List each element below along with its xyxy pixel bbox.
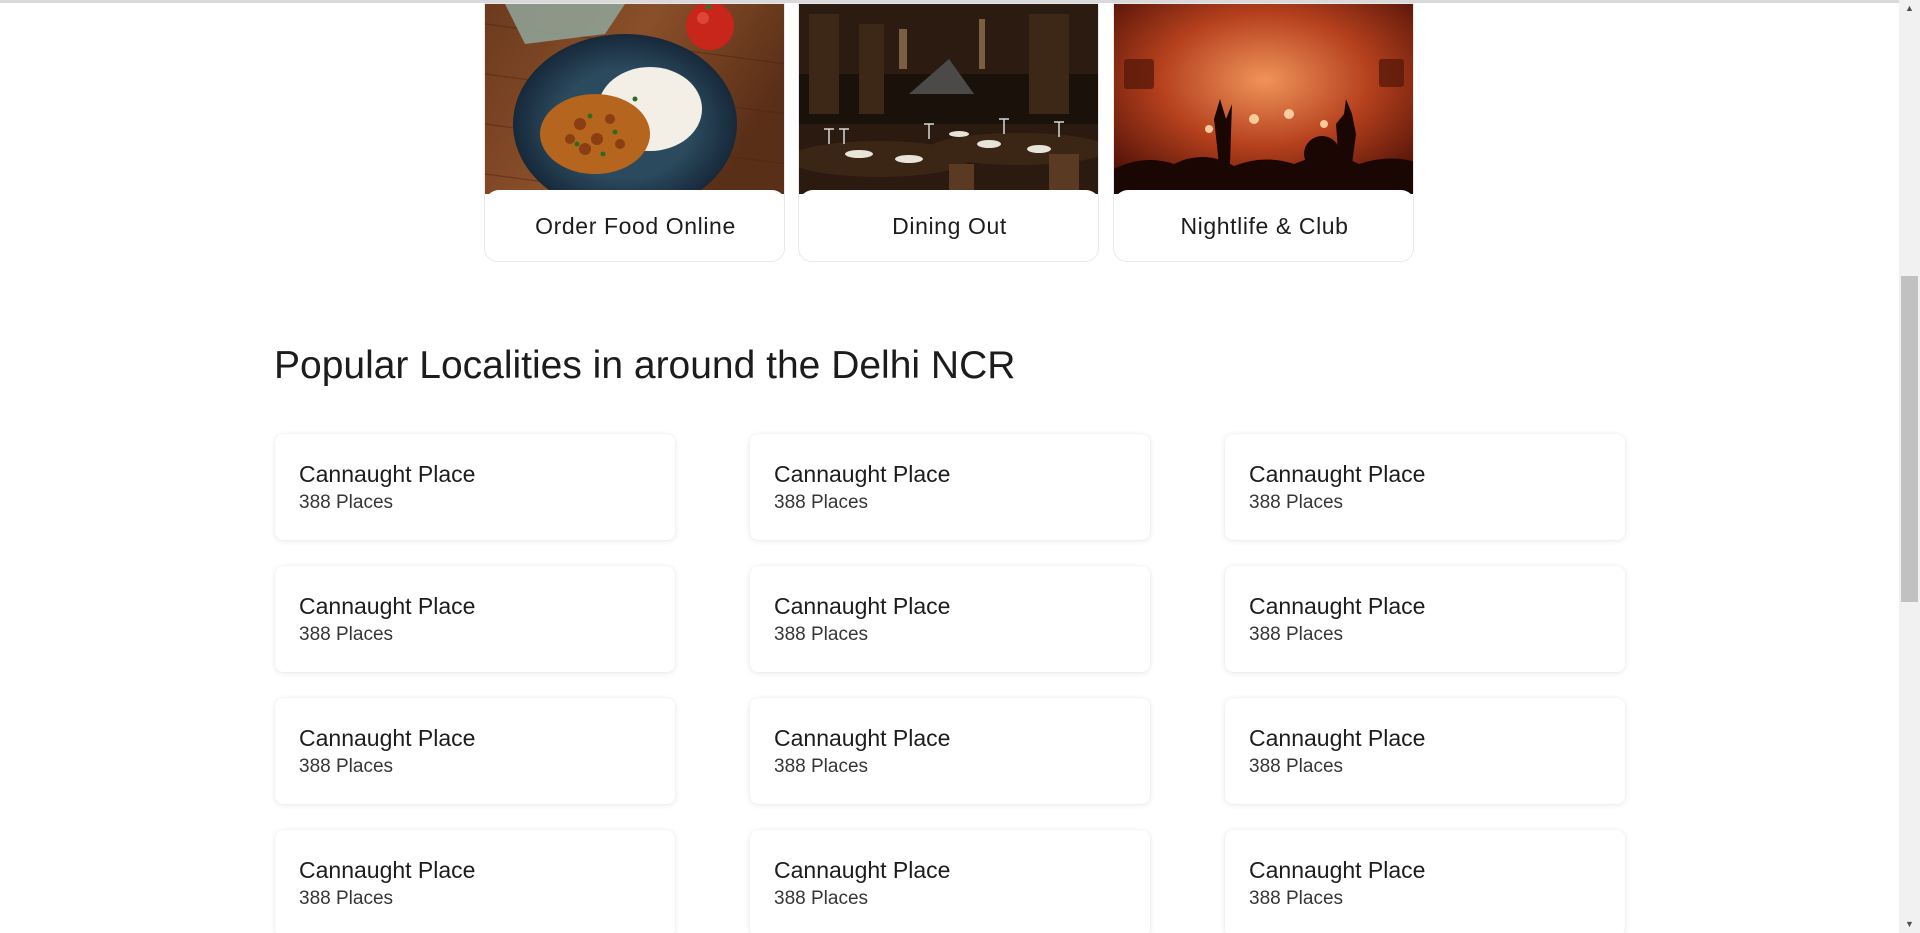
locality-count: 388 Places bbox=[774, 492, 869, 513]
locality-name: Cannaught Place bbox=[1249, 593, 1426, 619]
locality-name: Cannaught Place bbox=[299, 461, 476, 487]
vertical-scrollbar[interactable]: ▲ ▼ bbox=[1899, 0, 1920, 933]
food-plate-image bbox=[485, 4, 784, 194]
scroll-up-arrow-icon[interactable]: ▲ bbox=[1899, 0, 1920, 17]
locality-count: 388 Places bbox=[1249, 624, 1344, 645]
locality-count: 388 Places bbox=[1249, 492, 1344, 513]
localities-grid: Cannaught Place 388 Places Cannaught Pla… bbox=[275, 434, 1625, 933]
locality-name: Cannaught Place bbox=[774, 593, 951, 619]
locality-count: 388 Places bbox=[299, 492, 394, 513]
page: Order Food Online Dining Out Nightlife &… bbox=[0, 0, 1920, 933]
locality-card[interactable]: Cannaught Place 388 Places bbox=[1225, 830, 1625, 933]
locality-name: Cannaught Place bbox=[774, 461, 951, 487]
locality-card[interactable]: Cannaught Place 388 Places bbox=[750, 830, 1150, 933]
category-label: Order Food Online bbox=[485, 190, 784, 261]
restaurant-interior-image bbox=[799, 4, 1098, 194]
locality-count: 388 Places bbox=[774, 624, 869, 645]
locality-card[interactable]: Cannaught Place 388 Places bbox=[1225, 698, 1625, 804]
locality-name: Cannaught Place bbox=[299, 593, 476, 619]
locality-count: 388 Places bbox=[774, 756, 869, 777]
locality-card[interactable]: Cannaught Place 388 Places bbox=[275, 566, 675, 672]
locality-name: Cannaught Place bbox=[1249, 857, 1426, 883]
locality-count: 388 Places bbox=[774, 888, 869, 909]
locality-card[interactable]: Cannaught Place 388 Places bbox=[1225, 434, 1625, 540]
locality-card[interactable]: Cannaught Place 388 Places bbox=[750, 698, 1150, 804]
locality-count: 388 Places bbox=[1249, 756, 1344, 777]
locality-name: Cannaught Place bbox=[1249, 461, 1426, 487]
locality-card[interactable]: Cannaught Place 388 Places bbox=[750, 434, 1150, 540]
locality-count: 388 Places bbox=[1249, 888, 1344, 909]
locality-name: Cannaught Place bbox=[299, 725, 476, 751]
locality-name: Cannaught Place bbox=[774, 857, 951, 883]
locality-card[interactable]: Cannaught Place 388 Places bbox=[275, 434, 675, 540]
category-label: Nightlife & Club bbox=[1114, 190, 1413, 261]
locality-name: Cannaught Place bbox=[774, 725, 951, 751]
category-card-order-food-online[interactable]: Order Food Online bbox=[484, 3, 785, 262]
locality-card[interactable]: Cannaught Place 388 Places bbox=[275, 830, 675, 933]
section-title: Popular Localities in around the Delhi N… bbox=[274, 344, 1016, 387]
category-label: Dining Out bbox=[799, 190, 1098, 261]
locality-count: 388 Places bbox=[299, 624, 394, 645]
locality-card[interactable]: Cannaught Place 388 Places bbox=[750, 566, 1150, 672]
category-card-dining-out[interactable]: Dining Out bbox=[798, 3, 1099, 262]
nightclub-crowd-image bbox=[1114, 4, 1413, 194]
scrollbar-thumb[interactable] bbox=[1901, 276, 1918, 602]
locality-count: 388 Places bbox=[299, 756, 394, 777]
locality-card[interactable]: Cannaught Place 388 Places bbox=[275, 698, 675, 804]
locality-card[interactable]: Cannaught Place 388 Places bbox=[1225, 566, 1625, 672]
locality-name: Cannaught Place bbox=[299, 857, 476, 883]
scroll-down-arrow-icon[interactable]: ▼ bbox=[1899, 916, 1920, 933]
locality-name: Cannaught Place bbox=[1249, 725, 1426, 751]
locality-count: 388 Places bbox=[299, 888, 394, 909]
category-card-nightlife-club[interactable]: Nightlife & Club bbox=[1113, 3, 1414, 262]
